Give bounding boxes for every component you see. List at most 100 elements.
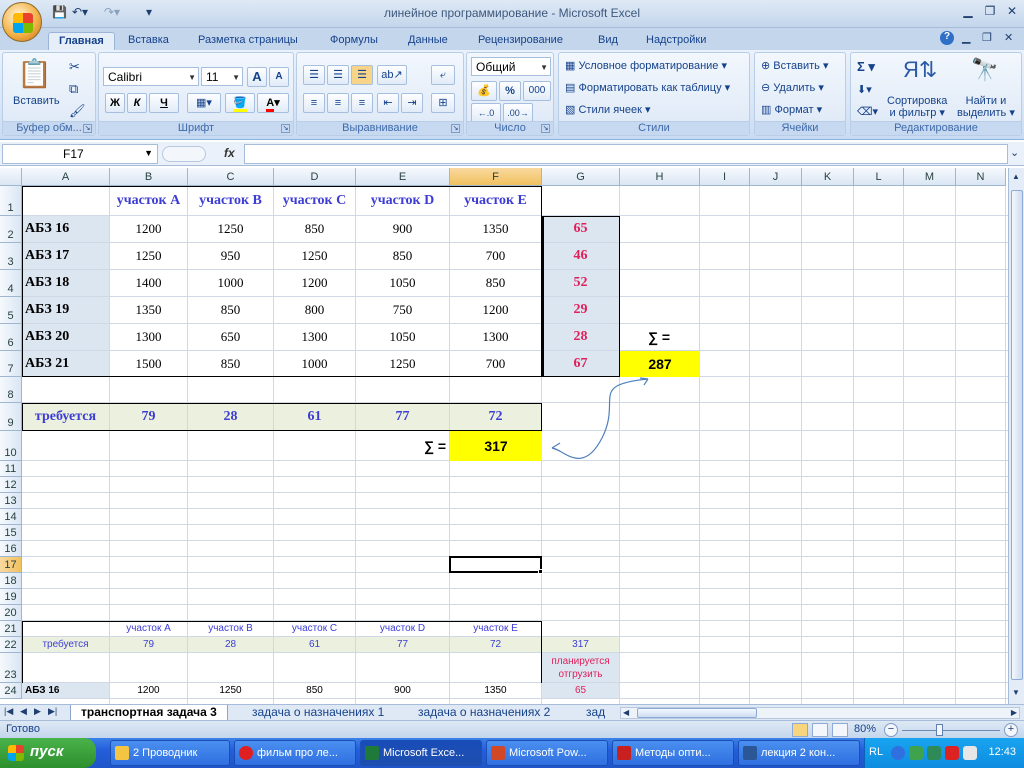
borders-button[interactable]: ▦▾: [187, 93, 221, 113]
table2-value-cell[interactable]: 850: [274, 683, 355, 698]
column-header-n[interactable]: N: [956, 168, 1006, 186]
fill-color-button[interactable]: 🪣: [225, 93, 255, 113]
minimize-icon[interactable]: ▁: [958, 4, 978, 22]
cell-styles-button[interactable]: ▧ Стили ячеек ▾: [565, 103, 651, 116]
last-sheet-icon[interactable]: ▶|: [48, 706, 57, 717]
column-header-g[interactable]: G: [542, 168, 620, 186]
tab-addins[interactable]: Надстройки: [636, 32, 716, 50]
format-as-table-button[interactable]: ▤ Форматировать как таблицу ▾: [565, 81, 730, 94]
conditional-formatting-button[interactable]: ▦ Условное форматирование ▾: [565, 59, 727, 72]
table2-value-cell[interactable]: 1350: [450, 683, 541, 698]
close-icon[interactable]: ✕: [1002, 4, 1022, 22]
align-left-icon[interactable]: ≡: [303, 93, 325, 113]
tab-page-layout[interactable]: Разметка страницы: [188, 32, 308, 50]
insert-cells-button[interactable]: ⊕ Вставить ▾: [761, 59, 829, 72]
row-header-12[interactable]: 12: [0, 477, 22, 493]
tray-excel-icon[interactable]: [927, 746, 941, 760]
paste-button[interactable]: Вставить: [13, 95, 60, 107]
orientation-icon[interactable]: ab↗: [377, 65, 407, 85]
task-word[interactable]: лекция 2 кон...: [738, 740, 860, 766]
decrease-decimal-icon[interactable]: .00→: [503, 103, 533, 123]
row-header-9[interactable]: 9: [0, 403, 22, 431]
percent-button[interactable]: %: [499, 81, 521, 101]
sheet-tab-more[interactable]: зад: [576, 705, 612, 721]
office-button[interactable]: [2, 2, 42, 42]
tray-volume-icon[interactable]: [963, 746, 977, 760]
font-color-button[interactable]: A▾: [257, 93, 289, 113]
align-center-icon[interactable]: ≡: [327, 93, 349, 113]
dialog-launcher-icon[interactable]: ↘: [83, 124, 92, 133]
column-header-l[interactable]: L: [854, 168, 904, 186]
merge-center-icon[interactable]: ⊞: [431, 93, 455, 113]
ribbon-minimize-icon[interactable]: ▁: [962, 31, 970, 44]
row-header-3[interactable]: 3: [0, 243, 22, 270]
vertical-scrollbar[interactable]: ▲ ▼: [1008, 168, 1024, 704]
row-header-8[interactable]: 8: [0, 377, 22, 403]
task-powerpoint[interactable]: Microsoft Pow...: [486, 740, 608, 766]
row-header-15[interactable]: 15: [0, 525, 22, 541]
align-top-icon[interactable]: ☰: [303, 65, 325, 85]
prev-sheet-icon[interactable]: ◀: [20, 706, 27, 717]
tab-formulas[interactable]: Формулы: [320, 32, 388, 50]
sheet-tab-assignment-2[interactable]: задача о назначениях 2: [408, 705, 560, 721]
row-header-20[interactable]: 20: [0, 605, 22, 621]
dialog-launcher-icon[interactable]: ↘: [281, 124, 290, 133]
row-header-2[interactable]: 2: [0, 216, 22, 243]
grow-font-button[interactable]: A: [247, 67, 267, 87]
row-header-13[interactable]: 13: [0, 493, 22, 509]
decrease-indent-icon[interactable]: ⇤: [377, 93, 399, 113]
table2-value-cell[interactable]: 900: [356, 683, 449, 698]
row-header-23[interactable]: 23: [0, 653, 22, 683]
column-header-f[interactable]: F: [450, 168, 542, 186]
ribbon-restore-icon[interactable]: ❐: [982, 31, 992, 44]
tab-insert[interactable]: Вставка: [118, 32, 179, 50]
tray-network-icon[interactable]: [909, 746, 923, 760]
wrap-text-icon[interactable]: ⤶: [431, 65, 455, 85]
table2-value-cell[interactable]: 1250: [188, 683, 273, 698]
font-name-combo[interactable]: Calibri ▼: [103, 67, 199, 86]
row-header-22[interactable]: 22: [0, 637, 22, 653]
task-opera[interactable]: фильм про ле...: [234, 740, 356, 766]
row-header-10[interactable]: 10: [0, 431, 22, 461]
dialog-launcher-icon[interactable]: ↘: [451, 124, 460, 133]
column-header-a[interactable]: A: [22, 168, 110, 186]
vertical-scroll-thumb[interactable]: [1011, 190, 1023, 680]
formula-input[interactable]: [244, 144, 1008, 164]
align-bottom-icon[interactable]: ☰: [351, 65, 373, 85]
copy-icon[interactable]: ⧉: [69, 81, 78, 97]
increase-indent-icon[interactable]: ⇥: [401, 93, 423, 113]
table2-total-cell[interactable]: 317: [542, 637, 619, 652]
column-header-c[interactable]: C: [188, 168, 274, 186]
align-right-icon[interactable]: ≡: [351, 93, 373, 113]
align-middle-icon[interactable]: ☰: [327, 65, 349, 85]
thousands-button[interactable]: 000: [523, 81, 551, 101]
tab-review[interactable]: Рецензирование: [468, 32, 573, 50]
binoculars-icon[interactable]: 🔭: [971, 57, 998, 83]
row-header-11[interactable]: 11: [0, 461, 22, 477]
increase-decimal-icon[interactable]: ←.0: [471, 103, 501, 123]
table2-supply-cell[interactable]: 65: [542, 683, 619, 698]
next-sheet-icon[interactable]: ▶: [34, 706, 41, 717]
shrink-font-button[interactable]: A: [269, 67, 289, 87]
task-excel[interactable]: Microsoft Exce...: [360, 740, 482, 766]
scroll-up-icon[interactable]: ▲: [1009, 170, 1023, 184]
horizontal-scroll-thumb[interactable]: [637, 708, 757, 718]
page-break-view-icon[interactable]: [832, 723, 848, 737]
name-box[interactable]: F17 ▼: [2, 144, 158, 164]
tab-data[interactable]: Данные: [398, 32, 458, 50]
insert-function-icon[interactable]: fx: [224, 146, 235, 160]
italic-button[interactable]: К: [127, 93, 147, 113]
autosum-button[interactable]: Σ ▾: [857, 59, 875, 75]
column-header-m[interactable]: M: [904, 168, 956, 186]
supply-sum-value[interactable]: 287: [620, 351, 700, 377]
restore-icon[interactable]: ❐: [980, 4, 1000, 22]
underline-button[interactable]: Ч: [149, 93, 179, 113]
language-indicator[interactable]: RL: [869, 746, 883, 758]
format-cells-button[interactable]: ▥ Формат ▾: [761, 103, 822, 116]
cut-icon[interactable]: ✂: [69, 59, 80, 75]
normal-view-icon[interactable]: [792, 723, 808, 737]
row-header-14[interactable]: 14: [0, 509, 22, 525]
format-painter-icon[interactable]: 🖌: [69, 103, 86, 119]
row-header-7[interactable]: 7: [0, 351, 22, 377]
column-header-j[interactable]: J: [750, 168, 802, 186]
